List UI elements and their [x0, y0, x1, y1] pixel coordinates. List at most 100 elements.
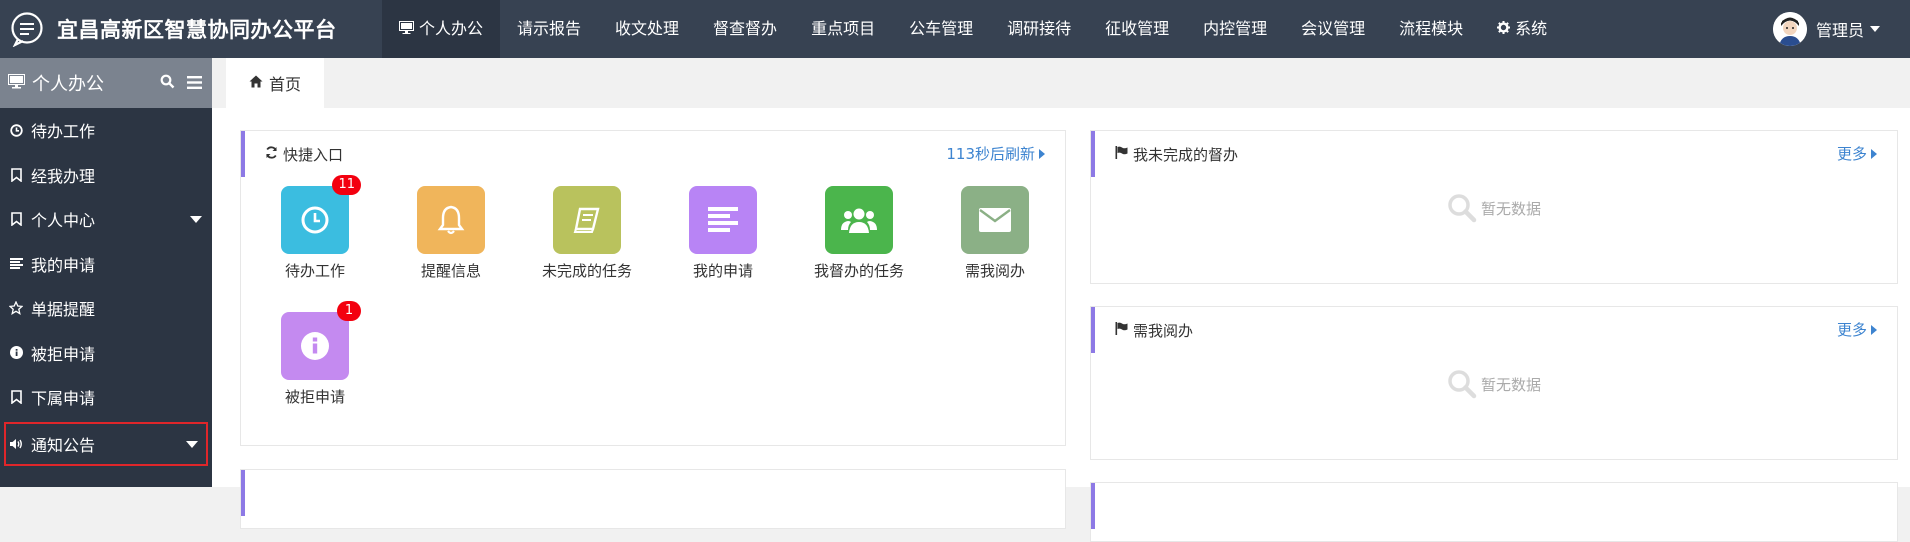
logo-area[interactable]: 宜昌高新区智慧协同办公平台: [0, 0, 345, 58]
info-icon: [301, 332, 329, 360]
nav-reception[interactable]: 调研接待: [990, 0, 1088, 58]
search-icon: [1448, 370, 1477, 399]
panel-title: 需我阅办: [1133, 321, 1194, 340]
tile-label: 我的申请: [692, 262, 753, 280]
nav-expropriation[interactable]: 征收管理: [1088, 0, 1186, 58]
nav-label: 内控管理: [1203, 19, 1268, 38]
sidebar-item-handled[interactable]: 经我办理: [0, 153, 212, 198]
users-icon: [841, 208, 877, 233]
bookmark-icon: [8, 211, 24, 227]
list-icon: [708, 207, 738, 232]
quick-entry-panel: 快捷入口 113秒后刷新 11 待办工作 提醒信息 未完成的任务 我的申请 我督…: [240, 130, 1066, 446]
nav-internal-control[interactable]: 内控管理: [1186, 0, 1284, 58]
user-name: 管理员: [1815, 21, 1864, 40]
quick-tile-reminders[interactable]: 提醒信息: [386, 186, 516, 281]
info-icon: [8, 345, 24, 361]
flag-icon: [1115, 145, 1128, 163]
quick-tile-rejected[interactable]: 1 被拒申请: [250, 301, 380, 407]
main-content: 快捷入口 113秒后刷新 11 待办工作 提醒信息 未完成的任务 我的申请 我督…: [212, 108, 1910, 542]
nav-label: 征收管理: [1105, 19, 1170, 38]
nav-label: 收文处理: [615, 19, 680, 38]
sidebar-item-notices[interactable]: 通知公告: [4, 421, 208, 466]
monitor-icon: [8, 73, 25, 94]
star-icon: [8, 300, 24, 316]
more-text: 更多: [1836, 321, 1867, 339]
quick-tile-supervised-tasks[interactable]: 我督办的任务: [794, 186, 924, 281]
tile-icon-bg: [689, 186, 757, 254]
tile-icon-bg: 1: [281, 301, 361, 380]
refresh-countdown-link[interactable]: 113秒后刷新: [946, 131, 1045, 177]
sidebar-item-my-applications[interactable]: 我的申请: [0, 242, 212, 287]
quick-tile-todo[interactable]: 11 待办工作: [250, 175, 380, 281]
panel-header: [1091, 483, 1897, 529]
nav-key-projects[interactable]: 重点项目: [794, 0, 892, 58]
clock-icon: [301, 206, 329, 234]
sidebar-item-label: 通知公告: [31, 435, 96, 455]
envelope-icon: [979, 208, 1011, 232]
refresh-icon: [265, 145, 278, 163]
user-menu[interactable]: 管理员: [1772, 0, 1880, 58]
search-icon[interactable]: [160, 73, 175, 94]
nav-label: 重点项目: [811, 19, 876, 38]
tile-label: 需我阅办: [964, 262, 1025, 280]
sidebar-item-rejected[interactable]: 被拒申请: [0, 331, 212, 376]
panel-title: 快捷入口: [283, 145, 344, 164]
tab-label: 首页: [268, 75, 301, 94]
more-link[interactable]: 更多: [1837, 307, 1877, 353]
sidebar-item-label: 我的申请: [31, 255, 96, 275]
nav-label: 公车管理: [909, 19, 974, 38]
panel-header: [241, 470, 1065, 516]
panel-title: 我未完成的督办: [1133, 145, 1239, 164]
sidebar-item-label: 被拒申请: [31, 344, 96, 364]
nav-workflow[interactable]: 流程模块: [1382, 0, 1480, 58]
empty-text: 暂无数据: [1480, 375, 1541, 394]
nav-personal-office[interactable]: 个人办公: [382, 0, 501, 59]
sidebar-item-personal-center[interactable]: 个人中心: [0, 197, 212, 242]
sidebar-item-subordinate[interactable]: 下属申请: [0, 375, 212, 420]
sidebar-item-label: 个人中心: [31, 211, 96, 231]
panel-header: 快捷入口 113秒后刷新: [241, 131, 1065, 177]
tile-label: 提醒信息: [420, 262, 481, 280]
nav-label: 督查督办: [713, 19, 778, 38]
sidebar-item-todo[interactable]: 待办工作: [0, 108, 212, 153]
panel-partial-right: [1090, 482, 1898, 542]
nav-incoming-docs[interactable]: 收文处理: [598, 0, 696, 58]
nav-label: 个人办公: [419, 19, 484, 38]
tab-home[interactable]: 首页: [226, 58, 324, 108]
more-text: 更多: [1836, 145, 1867, 163]
caret-right-icon: [1871, 149, 1877, 159]
nav-vehicle[interactable]: 公车管理: [892, 0, 990, 58]
sidebar-title: 个人办公: [32, 74, 104, 95]
sidebar-item-doc-reminder[interactable]: 单据提醒: [0, 286, 212, 331]
quick-tile-my-applications[interactable]: 我的申请: [658, 186, 788, 281]
nav-supervision[interactable]: 督查督办: [696, 0, 794, 58]
chat-logo-icon: [11, 12, 43, 47]
panel-header: 需我阅办 更多: [1091, 307, 1897, 353]
menu-icon[interactable]: [187, 73, 202, 94]
gear-icon: [1497, 1, 1511, 59]
sidebar-item-label: 经我办理: [31, 166, 96, 186]
chevron-down-icon: [1870, 26, 1880, 32]
caret-down-icon: [190, 216, 202, 223]
tile-label: 待办工作: [284, 262, 345, 280]
monitor-icon: [399, 1, 414, 59]
nav-system[interactable]: 系统: [1480, 0, 1564, 58]
tile-label: 未完成的任务: [541, 262, 632, 280]
tile-icon-bg: [961, 186, 1029, 254]
tab-bar: 首页: [212, 58, 1910, 108]
nav-meeting[interactable]: 会议管理: [1284, 0, 1382, 58]
list-icon: [8, 256, 24, 272]
more-link[interactable]: 更多: [1837, 131, 1877, 177]
quick-tile-to-read[interactable]: 需我阅办: [930, 186, 1060, 281]
sidebar-item-label: 单据提醒: [31, 300, 96, 320]
empty-state: 暂无数据: [1091, 369, 1897, 399]
nav-label: 请示报告: [517, 19, 582, 38]
badge-count: 1: [337, 301, 361, 321]
top-nav: 个人办公 请示报告 收文处理 督查督办 重点项目 公车管理 调研接待 征收管理 …: [382, 0, 1564, 58]
book-icon: [573, 207, 600, 233]
speaker-icon: [8, 436, 24, 452]
nav-label: 系统: [1515, 19, 1548, 38]
panel-partial-left: [240, 469, 1066, 529]
quick-tile-unfinished-tasks[interactable]: 未完成的任务: [522, 186, 652, 281]
nav-request-report[interactable]: 请示报告: [500, 0, 598, 58]
